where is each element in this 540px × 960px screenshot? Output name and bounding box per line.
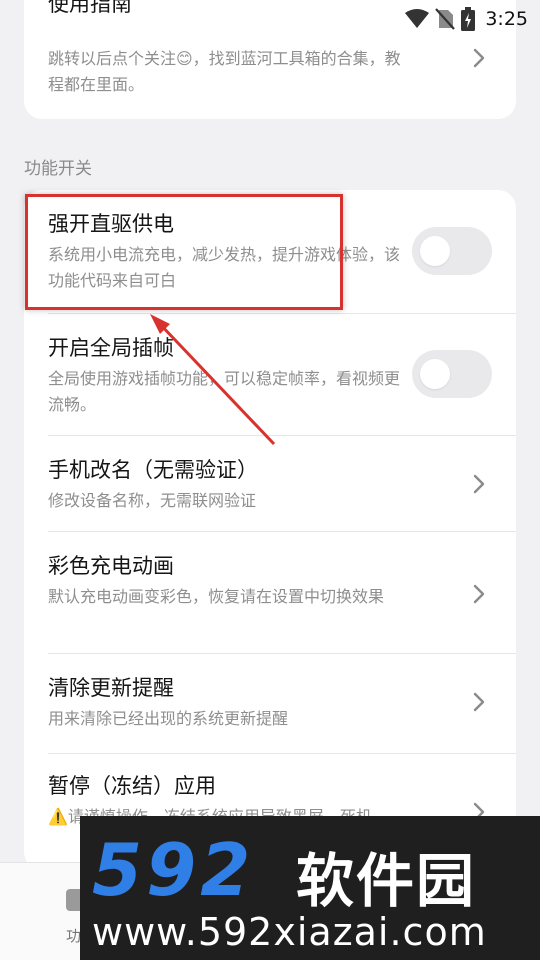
- chevron-right-icon: [473, 474, 485, 494]
- chevron-right-icon: [473, 692, 485, 712]
- watermark-url: www.592xiazai.com: [92, 910, 487, 954]
- setting-desc: 用来清除已经出现的系统更新提醒: [48, 709, 289, 728]
- setting-title: 开启全局插帧: [48, 336, 174, 360]
- status-time: 3:25: [485, 8, 528, 30]
- watermark-logo: 592 软件园 www.592xiazai.com: [80, 816, 540, 960]
- no-sim-icon: [435, 8, 456, 30]
- direct-power-toggle[interactable]: [412, 227, 492, 275]
- chevron-right-icon: [473, 48, 485, 68]
- toggle-knob: [420, 359, 450, 389]
- setting-row-frame-interp[interactable]: 开启全局插帧 全局使用游戏插帧功能，可以稳定帧率，看视频更流畅。: [24, 314, 516, 436]
- nav-feature-label[interactable]: 功: [66, 925, 81, 946]
- setting-row-rename[interactable]: 手机改名（无需验证） 修改设备名称，无需联网验证: [24, 436, 516, 532]
- section-label: 功能开关: [24, 159, 92, 179]
- setting-row-clear-update[interactable]: 清除更新提醒 用来清除已经出现的系统更新提醒: [24, 654, 516, 754]
- setting-title: 手机改名（无需验证）: [48, 458, 258, 482]
- status-bar: 3:25: [0, 0, 540, 38]
- frame-interp-toggle[interactable]: [412, 350, 492, 398]
- setting-title: 强开直驱供电: [48, 212, 174, 236]
- setting-title: 暂停（冻结）应用: [48, 774, 216, 798]
- guide-desc: 跳转以后点个关注😊，找到蓝河工具箱的合集，教程都在里面。: [48, 49, 401, 94]
- setting-row-direct-power[interactable]: 强开直驱供电 系统用小电流充电，减少发热，提升游戏体验，该功能代码来自可白: [24, 190, 516, 314]
- wifi-icon: [405, 9, 430, 28]
- battery-charging-icon: [461, 7, 476, 31]
- toggle-knob: [420, 236, 450, 266]
- feature-switch-card: 强开直驱供电 系统用小电流充电，减少发热，提升游戏体验，该功能代码来自可白 开启…: [24, 190, 516, 870]
- watermark-number: 592: [92, 828, 255, 912]
- watermark-cn: 软件园: [296, 847, 477, 915]
- setting-desc: 修改设备名称，无需联网验证: [48, 491, 257, 510]
- setting-row-color-anim[interactable]: 彩色充电动画 默认充电动画变彩色，恢复请在设置中切换效果: [24, 532, 516, 654]
- setting-desc: 系统用小电流充电，减少发热，提升游戏体验，该功能代码来自可白: [48, 245, 401, 290]
- chevron-right-icon: [473, 584, 485, 604]
- setting-desc: 默认充电动画变彩色，恢复请在设置中切换效果: [48, 587, 385, 606]
- setting-title: 彩色充电动画: [48, 554, 174, 578]
- setting-title: 清除更新提醒: [48, 676, 174, 700]
- setting-desc: 全局使用游戏插帧功能，可以稳定帧率，看视频更流畅。: [48, 369, 401, 414]
